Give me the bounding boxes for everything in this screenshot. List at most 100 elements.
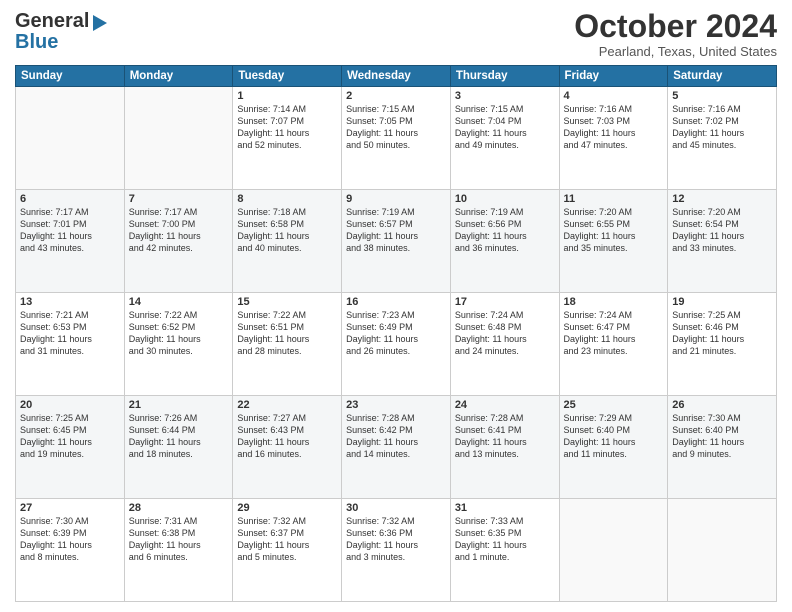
day-number: 26 xyxy=(672,399,772,411)
logo-line1: General xyxy=(15,10,107,33)
day-info: Sunrise: 7:25 AM Sunset: 6:45 PM Dayligh… xyxy=(20,412,120,461)
day-number: 7 xyxy=(129,193,229,205)
day-number: 5 xyxy=(672,90,772,102)
day-info: Sunrise: 7:19 AM Sunset: 6:57 PM Dayligh… xyxy=(346,206,446,255)
table-row: 30Sunrise: 7:32 AM Sunset: 6:36 PM Dayli… xyxy=(342,499,451,602)
day-number: 4 xyxy=(564,90,664,102)
day-number: 15 xyxy=(237,296,337,308)
calendar-week-row: 13Sunrise: 7:21 AM Sunset: 6:53 PM Dayli… xyxy=(16,293,777,396)
day-info: Sunrise: 7:22 AM Sunset: 6:51 PM Dayligh… xyxy=(237,309,337,358)
day-number: 9 xyxy=(346,193,446,205)
table-row: 21Sunrise: 7:26 AM Sunset: 6:44 PM Dayli… xyxy=(124,396,233,499)
day-number: 17 xyxy=(455,296,555,308)
table-row xyxy=(668,499,777,602)
table-row: 14Sunrise: 7:22 AM Sunset: 6:52 PM Dayli… xyxy=(124,293,233,396)
table-row: 25Sunrise: 7:29 AM Sunset: 6:40 PM Dayli… xyxy=(559,396,668,499)
day-number: 23 xyxy=(346,399,446,411)
day-number: 8 xyxy=(237,193,337,205)
day-info: Sunrise: 7:30 AM Sunset: 6:40 PM Dayligh… xyxy=(672,412,772,461)
day-number: 13 xyxy=(20,296,120,308)
table-row xyxy=(124,87,233,190)
day-number: 18 xyxy=(564,296,664,308)
table-row: 16Sunrise: 7:23 AM Sunset: 6:49 PM Dayli… xyxy=(342,293,451,396)
table-row: 24Sunrise: 7:28 AM Sunset: 6:41 PM Dayli… xyxy=(450,396,559,499)
table-row: 2Sunrise: 7:15 AM Sunset: 7:05 PM Daylig… xyxy=(342,87,451,190)
day-info: Sunrise: 7:33 AM Sunset: 6:35 PM Dayligh… xyxy=(455,515,555,564)
table-row: 18Sunrise: 7:24 AM Sunset: 6:47 PM Dayli… xyxy=(559,293,668,396)
day-number: 30 xyxy=(346,502,446,514)
table-row: 4Sunrise: 7:16 AM Sunset: 7:03 PM Daylig… xyxy=(559,87,668,190)
page: General Blue October 2024 Pearland, Texa… xyxy=(0,0,792,612)
table-row: 5Sunrise: 7:16 AM Sunset: 7:02 PM Daylig… xyxy=(668,87,777,190)
calendar-week-row: 27Sunrise: 7:30 AM Sunset: 6:39 PM Dayli… xyxy=(16,499,777,602)
day-number: 21 xyxy=(129,399,229,411)
logo-arrow-icon xyxy=(93,15,107,31)
calendar-week-row: 1Sunrise: 7:14 AM Sunset: 7:07 PM Daylig… xyxy=(16,87,777,190)
table-row: 1Sunrise: 7:14 AM Sunset: 7:07 PM Daylig… xyxy=(233,87,342,190)
day-info: Sunrise: 7:16 AM Sunset: 7:03 PM Dayligh… xyxy=(564,103,664,152)
month-title: October 2024 xyxy=(574,10,777,42)
calendar-week-row: 6Sunrise: 7:17 AM Sunset: 7:01 PM Daylig… xyxy=(16,190,777,293)
table-row: 11Sunrise: 7:20 AM Sunset: 6:55 PM Dayli… xyxy=(559,190,668,293)
calendar-week-row: 20Sunrise: 7:25 AM Sunset: 6:45 PM Dayli… xyxy=(16,396,777,499)
day-info: Sunrise: 7:15 AM Sunset: 7:05 PM Dayligh… xyxy=(346,103,446,152)
day-info: Sunrise: 7:18 AM Sunset: 6:58 PM Dayligh… xyxy=(237,206,337,255)
day-info: Sunrise: 7:19 AM Sunset: 6:56 PM Dayligh… xyxy=(455,206,555,255)
day-info: Sunrise: 7:22 AM Sunset: 6:52 PM Dayligh… xyxy=(129,309,229,358)
table-row: 28Sunrise: 7:31 AM Sunset: 6:38 PM Dayli… xyxy=(124,499,233,602)
day-info: Sunrise: 7:28 AM Sunset: 6:41 PM Dayligh… xyxy=(455,412,555,461)
day-number: 24 xyxy=(455,399,555,411)
logo-blue-text: Blue xyxy=(15,31,58,54)
table-row xyxy=(559,499,668,602)
day-info: Sunrise: 7:17 AM Sunset: 7:01 PM Dayligh… xyxy=(20,206,120,255)
logo-general-text: General xyxy=(15,10,89,33)
day-info: Sunrise: 7:20 AM Sunset: 6:54 PM Dayligh… xyxy=(672,206,772,255)
day-info: Sunrise: 7:14 AM Sunset: 7:07 PM Dayligh… xyxy=(237,103,337,152)
day-info: Sunrise: 7:32 AM Sunset: 6:36 PM Dayligh… xyxy=(346,515,446,564)
table-row xyxy=(16,87,125,190)
day-number: 3 xyxy=(455,90,555,102)
col-thursday: Thursday xyxy=(450,66,559,87)
day-number: 10 xyxy=(455,193,555,205)
day-info: Sunrise: 7:26 AM Sunset: 6:44 PM Dayligh… xyxy=(129,412,229,461)
logo: General Blue xyxy=(15,10,107,54)
title-area: October 2024 Pearland, Texas, United Sta… xyxy=(574,10,777,59)
day-number: 22 xyxy=(237,399,337,411)
location: Pearland, Texas, United States xyxy=(574,44,777,59)
table-row: 6Sunrise: 7:17 AM Sunset: 7:01 PM Daylig… xyxy=(16,190,125,293)
day-number: 29 xyxy=(237,502,337,514)
calendar-header-row: Sunday Monday Tuesday Wednesday Thursday… xyxy=(16,66,777,87)
day-number: 25 xyxy=(564,399,664,411)
calendar-table: Sunday Monday Tuesday Wednesday Thursday… xyxy=(15,65,777,602)
table-row: 8Sunrise: 7:18 AM Sunset: 6:58 PM Daylig… xyxy=(233,190,342,293)
col-friday: Friday xyxy=(559,66,668,87)
day-info: Sunrise: 7:28 AM Sunset: 6:42 PM Dayligh… xyxy=(346,412,446,461)
day-info: Sunrise: 7:20 AM Sunset: 6:55 PM Dayligh… xyxy=(564,206,664,255)
day-number: 14 xyxy=(129,296,229,308)
table-row: 15Sunrise: 7:22 AM Sunset: 6:51 PM Dayli… xyxy=(233,293,342,396)
day-info: Sunrise: 7:24 AM Sunset: 6:47 PM Dayligh… xyxy=(564,309,664,358)
day-info: Sunrise: 7:24 AM Sunset: 6:48 PM Dayligh… xyxy=(455,309,555,358)
table-row: 17Sunrise: 7:24 AM Sunset: 6:48 PM Dayli… xyxy=(450,293,559,396)
day-info: Sunrise: 7:16 AM Sunset: 7:02 PM Dayligh… xyxy=(672,103,772,152)
day-number: 31 xyxy=(455,502,555,514)
table-row: 26Sunrise: 7:30 AM Sunset: 6:40 PM Dayli… xyxy=(668,396,777,499)
col-sunday: Sunday xyxy=(16,66,125,87)
day-info: Sunrise: 7:29 AM Sunset: 6:40 PM Dayligh… xyxy=(564,412,664,461)
table-row: 22Sunrise: 7:27 AM Sunset: 6:43 PM Dayli… xyxy=(233,396,342,499)
col-wednesday: Wednesday xyxy=(342,66,451,87)
day-number: 19 xyxy=(672,296,772,308)
col-monday: Monday xyxy=(124,66,233,87)
table-row: 23Sunrise: 7:28 AM Sunset: 6:42 PM Dayli… xyxy=(342,396,451,499)
col-saturday: Saturday xyxy=(668,66,777,87)
table-row: 31Sunrise: 7:33 AM Sunset: 6:35 PM Dayli… xyxy=(450,499,559,602)
day-number: 16 xyxy=(346,296,446,308)
table-row: 12Sunrise: 7:20 AM Sunset: 6:54 PM Dayli… xyxy=(668,190,777,293)
day-number: 27 xyxy=(20,502,120,514)
col-tuesday: Tuesday xyxy=(233,66,342,87)
table-row: 10Sunrise: 7:19 AM Sunset: 6:56 PM Dayli… xyxy=(450,190,559,293)
table-row: 19Sunrise: 7:25 AM Sunset: 6:46 PM Dayli… xyxy=(668,293,777,396)
day-number: 20 xyxy=(20,399,120,411)
day-info: Sunrise: 7:27 AM Sunset: 6:43 PM Dayligh… xyxy=(237,412,337,461)
day-info: Sunrise: 7:31 AM Sunset: 6:38 PM Dayligh… xyxy=(129,515,229,564)
